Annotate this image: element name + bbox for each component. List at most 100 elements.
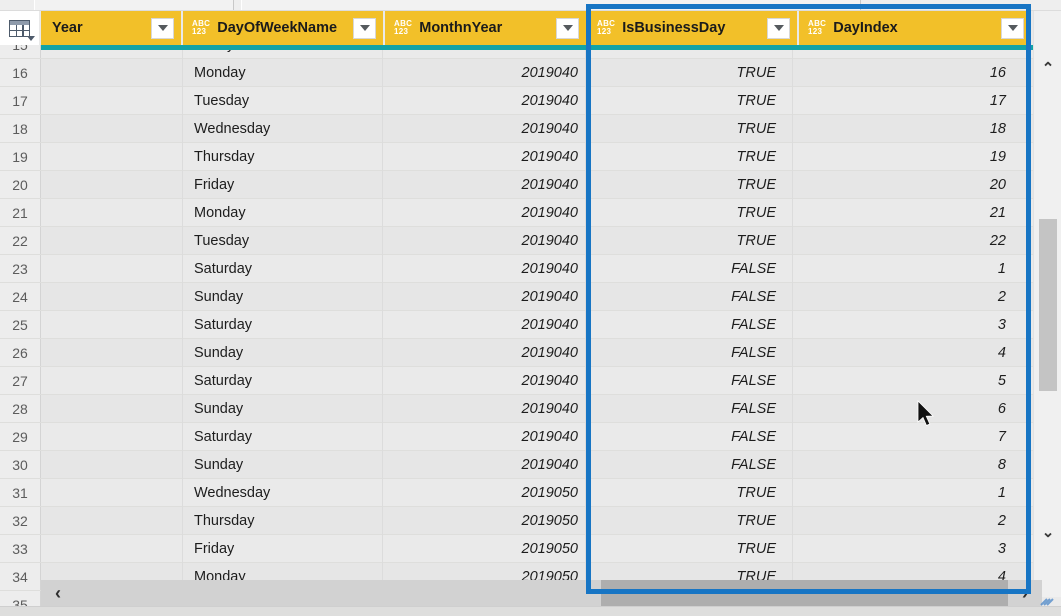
cell-dow[interactable]: Thursday — [183, 143, 383, 171]
cell-month[interactable]: 2019040 — [383, 367, 586, 395]
resize-grip-icon[interactable] — [1039, 592, 1055, 608]
cell-dayindex[interactable]: 3 — [793, 311, 1023, 339]
cell-dow[interactable]: Saturday — [183, 311, 383, 339]
cell-month[interactable]: 2019040 — [383, 87, 586, 115]
cell-dow[interactable]: Friday — [183, 535, 383, 563]
cell-year[interactable] — [41, 395, 183, 423]
cell-month[interactable]: 2019040 — [383, 199, 586, 227]
cell-isbusiness[interactable]: FALSE — [586, 395, 793, 423]
cell-isbusiness[interactable]: FALSE — [586, 423, 793, 451]
cell-dayindex[interactable]: 8 — [793, 451, 1023, 479]
table-row[interactable]: 19 Thursday 2019040 TRUE 19 — [0, 143, 1061, 171]
row-number[interactable]: 25 — [0, 311, 41, 338]
cell-isbusiness[interactable]: FALSE — [586, 255, 793, 283]
cell-dow[interactable]: Saturday — [183, 423, 383, 451]
cell-year[interactable] — [41, 283, 183, 311]
column-header-dayofweekname[interactable]: ABC 123 DayOfWeekName — [183, 11, 385, 45]
column-filter-monthnyear[interactable] — [556, 17, 579, 39]
cell-dow[interactable]: Sunday — [183, 395, 383, 423]
table-row[interactable]: 24 Sunday 2019040 FALSE 2 — [0, 283, 1061, 311]
table-row[interactable]: 31 Wednesday 2019050 TRUE 1 — [0, 479, 1061, 507]
row-number[interactable]: 34 — [0, 563, 41, 590]
cell-year[interactable] — [41, 423, 183, 451]
cell-dayindex[interactable]: 7 — [793, 423, 1023, 451]
table-row[interactable]: 17 Tuesday 2019040 TRUE 17 — [0, 87, 1061, 115]
cell-year[interactable] — [41, 143, 183, 171]
row-number[interactable]: 26 — [0, 339, 41, 366]
cell-isbusiness[interactable]: TRUE — [586, 199, 793, 227]
cell-isbusiness[interactable]: TRUE — [586, 143, 793, 171]
row-number[interactable]: 28 — [0, 395, 41, 422]
cell-month[interactable]: 2019040 — [383, 255, 586, 283]
cell-dayindex[interactable]: 3 — [793, 535, 1023, 563]
cell-dow[interactable]: Saturday — [183, 255, 383, 283]
row-number[interactable]: 19 — [0, 143, 41, 170]
cell-isbusiness[interactable]: FALSE — [586, 311, 793, 339]
cell-year[interactable] — [41, 59, 183, 87]
cell-dow[interactable]: Sunday — [183, 451, 383, 479]
cell-year[interactable] — [41, 87, 183, 115]
cell-dow[interactable]: Thursday — [183, 507, 383, 535]
cell-dow[interactable]: Friday — [183, 171, 383, 199]
table-row[interactable]: 29 Saturday 2019040 FALSE 7 — [0, 423, 1061, 451]
cell-dow[interactable]: Wednesday — [183, 479, 383, 507]
row-number[interactable]: 30 — [0, 451, 41, 478]
cell-dow[interactable]: Tuesday — [183, 227, 383, 255]
cell-year[interactable] — [41, 115, 183, 143]
table-row[interactable]: 23 Saturday 2019040 FALSE 1 — [0, 255, 1061, 283]
cell-year[interactable] — [41, 171, 183, 199]
cell-dow[interactable]: Monday — [183, 59, 383, 87]
cell-dow[interactable]: Wednesday — [183, 115, 383, 143]
row-number[interactable]: 33 — [0, 535, 41, 562]
cell-month[interactable]: 2019040 — [383, 283, 586, 311]
cell-month[interactable]: 2019040 — [383, 171, 586, 199]
cell-isbusiness[interactable]: TRUE — [586, 87, 793, 115]
cell-month[interactable]: 2019040 — [383, 143, 586, 171]
cell-month[interactable]: 2019040 — [383, 59, 586, 87]
cell-year[interactable] — [41, 535, 183, 563]
cell-dow[interactable]: Monday — [183, 199, 383, 227]
row-number[interactable]: 20 — [0, 171, 41, 198]
column-filter-isbusinessday[interactable] — [767, 17, 790, 39]
row-number[interactable]: 17 — [0, 87, 41, 114]
row-number[interactable]: 21 — [0, 199, 41, 226]
cell-isbusiness[interactable]: TRUE — [586, 479, 793, 507]
cell-month[interactable]: 2019040 — [383, 115, 586, 143]
cell-dayindex[interactable]: 5 — [793, 367, 1023, 395]
cell-dayindex[interactable]: 22 — [793, 227, 1023, 255]
cell-isbusiness[interactable]: FALSE — [586, 451, 793, 479]
cell-dayindex[interactable]: 2 — [793, 283, 1023, 311]
cell-dow[interactable]: Sunday — [183, 339, 383, 367]
table-row[interactable]: 25 Saturday 2019040 FALSE 3 — [0, 311, 1061, 339]
table-row[interactable]: 28 Sunday 2019040 FALSE 6 — [0, 395, 1061, 423]
cell-year[interactable] — [41, 255, 183, 283]
cell-month[interactable]: 2019040 — [383, 423, 586, 451]
horizontal-scroll-thumb[interactable] — [601, 580, 1008, 606]
cell-month[interactable]: 2019050 — [383, 535, 586, 563]
cell-isbusiness[interactable]: TRUE — [586, 535, 793, 563]
cell-isbusiness[interactable]: TRUE — [586, 507, 793, 535]
cell-month[interactable]: 2019040 — [383, 339, 586, 367]
cell-dayindex[interactable]: 1 — [793, 479, 1023, 507]
cell-month[interactable]: 2019040 — [383, 451, 586, 479]
row-number[interactable]: 22 — [0, 227, 41, 254]
table-row[interactable]: 32 Thursday 2019050 TRUE 2 — [0, 507, 1061, 535]
cell-isbusiness[interactable]: FALSE — [586, 339, 793, 367]
table-row[interactable]: 16 Monday 2019040 TRUE 16 — [0, 59, 1061, 87]
row-number[interactable]: 31 — [0, 479, 41, 506]
cell-dow[interactable]: Saturday — [183, 367, 383, 395]
horizontal-scrollbar[interactable]: ‹ › — [41, 580, 1042, 606]
row-number[interactable]: 32 — [0, 507, 41, 534]
row-number[interactable]: 29 — [0, 423, 41, 450]
cell-month[interactable]: 2019050 — [383, 479, 586, 507]
table-row[interactable]: 20 Friday 2019040 TRUE 20 — [0, 171, 1061, 199]
vertical-scroll-thumb[interactable] — [1039, 219, 1057, 391]
row-number[interactable]: 18 — [0, 115, 41, 142]
column-header-isbusinessday[interactable]: ABC 123 IsBusinessDay — [588, 11, 799, 45]
cell-isbusiness[interactable]: TRUE — [586, 171, 793, 199]
cell-year[interactable] — [41, 311, 183, 339]
cell-dayindex[interactable]: 21 — [793, 199, 1023, 227]
cell-dow[interactable]: Sunday — [183, 283, 383, 311]
column-header-monthnyear[interactable]: ABC 123 MonthnYear — [385, 11, 588, 45]
cell-dayindex[interactable]: 2 — [793, 507, 1023, 535]
